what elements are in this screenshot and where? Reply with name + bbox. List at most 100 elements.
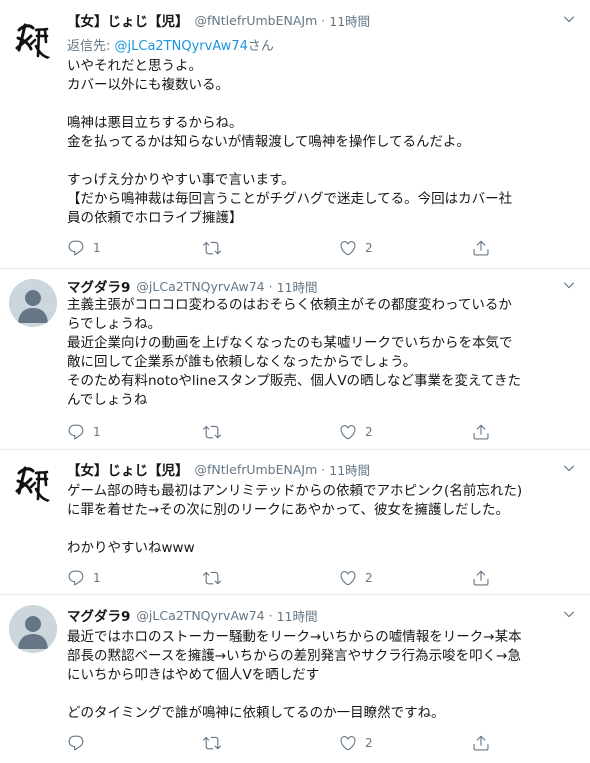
tweet-actions: 1 2 bbox=[67, 422, 497, 442]
chevron-down-icon[interactable] bbox=[562, 607, 576, 621]
retweet-icon bbox=[203, 734, 221, 752]
chevron-down-icon[interactable] bbox=[562, 278, 576, 292]
retweet-button[interactable] bbox=[203, 238, 229, 258]
like-button[interactable]: 2 bbox=[339, 733, 373, 753]
default-avatar[interactable] bbox=[9, 279, 57, 327]
tweet-text-line: にいちから叩きはやめて個人Vを晒しだす bbox=[67, 667, 320, 683]
like-count: 2 bbox=[365, 241, 373, 255]
tweet-actions: 2 bbox=[67, 733, 497, 753]
like-button[interactable]: 2 bbox=[339, 422, 373, 442]
retweet-icon bbox=[203, 423, 221, 441]
like-count: 2 bbox=[365, 736, 373, 750]
reply-to: 返信先: @jLCa2TNQyrvAw74さん bbox=[67, 35, 274, 54]
tweet-text-line: 敵に回して企業系が誰も依頼しなくなったからでしょう。 bbox=[67, 354, 417, 370]
share-button[interactable] bbox=[472, 733, 490, 753]
tweet-text-line: 最近企業向けの動画を上げなくなったのも某嘘リークでいちからを本気で bbox=[67, 335, 513, 351]
tweet[interactable]: マグダラ9 @jLCa2TNQyrvAw74 · 11時間 最近ではホロのストー… bbox=[0, 595, 590, 763]
tweet-text-line: 鳴神は悪目立ちするからね。 bbox=[67, 115, 243, 131]
kanji-avatar[interactable] bbox=[9, 16, 57, 64]
tweet-text: いやそれだと思うよ。 カバー以外にも複数いる。 鳴神は悪目立ちするからね。 金を… bbox=[67, 57, 577, 228]
share-button[interactable] bbox=[472, 568, 490, 588]
tweet-header: マグダラ9 @jLCa2TNQyrvAw74 · 11時間 bbox=[67, 276, 318, 297]
tweet-actions: 1 2 bbox=[67, 568, 497, 588]
reply-icon bbox=[67, 423, 85, 441]
tweet-text-line: 員の依頼でホロライブ擁護】 bbox=[67, 210, 243, 226]
display-name[interactable]: マグダラ9 bbox=[67, 276, 130, 296]
share-button[interactable] bbox=[472, 422, 490, 442]
like-button[interactable]: 2 bbox=[339, 238, 373, 258]
reply-icon bbox=[67, 239, 85, 257]
like-button[interactable]: 2 bbox=[339, 568, 373, 588]
retweet-button[interactable] bbox=[203, 422, 229, 442]
tweet-text-line: 金を払ってるかは知らないが情報渡して鳴神を操作してるんだよ。 bbox=[67, 134, 470, 150]
tweet-header: 【女】じょじ【児】 @fNtlefrUmbENAJm · 11時間 bbox=[67, 10, 370, 31]
display-name[interactable]: 【女】じょじ【児】 bbox=[67, 459, 189, 479]
user-handle[interactable]: @fNtlefrUmbENAJm bbox=[195, 462, 318, 477]
timestamp[interactable]: 11時間 bbox=[329, 460, 370, 479]
reply-button[interactable]: 1 bbox=[67, 238, 101, 258]
tweet-text-line: そのため有料notoやlineスタンプ販売、個人Vの晒しなど事業を変えてきた bbox=[67, 373, 521, 389]
reply-to-handle[interactable]: @jLCa2TNQyrvAw74 bbox=[115, 39, 248, 54]
tweet-text: 最近ではホロのストーカー騒動をリーク→いちからの嘘情報をリーク→某本 部長の黙認… bbox=[67, 628, 577, 723]
retweet-button[interactable] bbox=[203, 568, 229, 588]
like-icon bbox=[339, 734, 357, 752]
display-name[interactable]: マグダラ9 bbox=[67, 605, 130, 625]
separator-dot: · bbox=[268, 278, 273, 294]
tweet-text-line: カバー以外にも複数いる。 bbox=[67, 77, 229, 93]
share-button[interactable] bbox=[472, 238, 490, 258]
reply-count: 1 bbox=[93, 241, 101, 255]
tweet[interactable]: 【女】じょじ【児】 @fNtlefrUmbENAJm · 11時間 ゲーム部の時… bbox=[0, 450, 590, 594]
share-icon bbox=[472, 239, 490, 257]
chevron-down-icon[interactable] bbox=[562, 461, 576, 475]
reply-count: 1 bbox=[93, 571, 101, 585]
like-icon bbox=[339, 239, 357, 257]
separator-dot: · bbox=[321, 12, 326, 28]
tweet-text-line: いやそれだと思うよ。 bbox=[67, 58, 202, 74]
reply-count: 1 bbox=[93, 425, 101, 439]
tweet[interactable]: 【女】じょじ【児】 @fNtlefrUmbENAJm · 11時間 返信先: @… bbox=[0, 0, 590, 268]
display-name[interactable]: 【女】じょじ【児】 bbox=[67, 10, 189, 30]
timestamp[interactable]: 11時間 bbox=[329, 11, 370, 30]
separator-dot: · bbox=[268, 607, 273, 623]
user-handle[interactable]: @jLCa2TNQyrvAw74 bbox=[136, 608, 264, 623]
tweet-actions: 1 2 bbox=[67, 238, 497, 258]
default-avatar[interactable] bbox=[9, 605, 57, 653]
tweet-text-line: 部長の黙認ベースを擁護→いちからの差別発言やサクラ行為示唆を叩く→急 bbox=[67, 648, 521, 664]
tweet-text-line: 主義主張がコロコロ変わるのはおそらく依頼主がその都度変わっているか bbox=[67, 297, 512, 313]
reply-icon bbox=[67, 569, 85, 587]
reply-button[interactable] bbox=[67, 733, 93, 753]
tweet-header: 【女】じょじ【児】 @fNtlefrUmbENAJm · 11時間 bbox=[67, 459, 370, 480]
tweet[interactable]: マグダラ9 @jLCa2TNQyrvAw74 · 11時間 主義主張がコロコロ変… bbox=[0, 269, 590, 449]
chevron-down-icon[interactable] bbox=[562, 12, 576, 26]
tweet-text-line: わかりやすいねwww bbox=[67, 540, 195, 556]
timestamp[interactable]: 11時間 bbox=[277, 606, 318, 625]
share-icon bbox=[472, 423, 490, 441]
tweet-text-line: どのタイミングで誰が鳴神に依頼してるのか一目瞭然ですね。 bbox=[67, 705, 445, 721]
tweet-text-line: らでしょうね。 bbox=[67, 316, 162, 332]
share-icon bbox=[472, 569, 490, 587]
retweet-icon bbox=[203, 569, 221, 587]
retweet-button[interactable] bbox=[203, 733, 229, 753]
user-handle[interactable]: @fNtlefrUmbENAJm bbox=[195, 13, 318, 28]
kanji-avatar[interactable] bbox=[9, 459, 57, 507]
reply-button[interactable]: 1 bbox=[67, 422, 101, 442]
share-icon bbox=[472, 734, 490, 752]
tweet-text-line: ゲーム部の時も最初はアンリミテッドからの依頼でアホピンク(名前忘れた) bbox=[67, 483, 523, 499]
tweet-text: 主義主張がコロコロ変わるのはおそらく依頼主がその都度変わっているか らでしょうね… bbox=[67, 296, 577, 410]
reply-icon bbox=[67, 734, 85, 752]
tweet-header: マグダラ9 @jLCa2TNQyrvAw74 · 11時間 bbox=[67, 605, 318, 626]
tweet-text-line: 最近ではホロのストーカー騒動をリーク→いちからの嘘情報をリーク→某本 bbox=[67, 629, 522, 645]
tweet-text-line: に罪を着せた→その次に別のリークにあやかって、彼女を擁護しだした。 bbox=[67, 502, 509, 518]
reply-button[interactable]: 1 bbox=[67, 568, 101, 588]
tweet-text: ゲーム部の時も最初はアンリミテッドからの依頼でアホピンク(名前忘れた) に罪を着… bbox=[67, 482, 577, 558]
like-icon bbox=[339, 569, 357, 587]
timestamp[interactable]: 11時間 bbox=[277, 277, 318, 296]
reply-to-suffix: さん bbox=[247, 39, 274, 54]
separator-dot: · bbox=[321, 461, 326, 477]
user-handle[interactable]: @jLCa2TNQyrvAw74 bbox=[136, 279, 264, 294]
retweet-icon bbox=[203, 239, 221, 257]
tweet-text-line: んでしょうね bbox=[67, 392, 148, 408]
